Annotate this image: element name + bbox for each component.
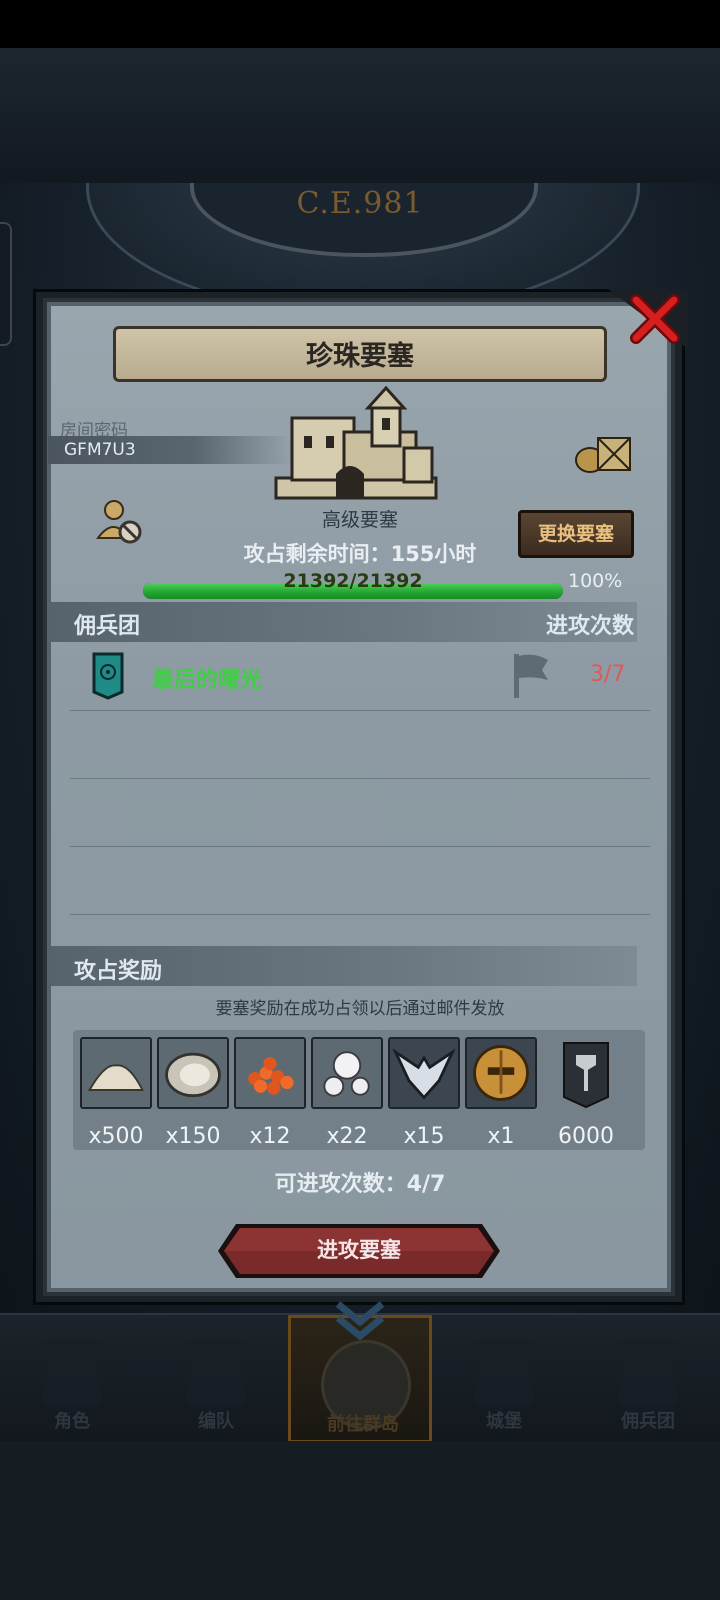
reward-qty: x22 [326, 1124, 368, 1149]
banner-axe-icon[interactable] [550, 1037, 622, 1109]
attack-times-remaining: 可进攻次数：4/7 [274, 1172, 446, 1197]
salt-pile-icon[interactable] [80, 1037, 152, 1109]
nav-label: 前往群岛 [327, 1414, 399, 1435]
occupy-timer: 攻占剩余时间：155小时 [243, 542, 477, 566]
knight-icon [42, 1339, 102, 1405]
reward-qty: x12 [249, 1124, 291, 1149]
nav-item-mercenary[interactable]: 佣兵团 [576, 1315, 720, 1443]
nav-label: 编队 [198, 1411, 234, 1432]
nav-label: 佣兵团 [621, 1411, 675, 1432]
reward-qty: x1 [487, 1124, 515, 1149]
top-band [0, 48, 720, 183]
nav-item-character[interactable]: 角色 [0, 1315, 144, 1443]
row-divider [70, 710, 650, 711]
nav-label: 城堡 [486, 1411, 522, 1432]
fortress-level: 高级要塞 [321, 509, 398, 531]
reward-qty: x15 [403, 1124, 445, 1149]
attack-count-header: 进攻次数 [545, 614, 634, 639]
hidden-user-icon[interactable] [96, 498, 142, 544]
winged-emblem-icon[interactable] [388, 1037, 460, 1109]
bottom-band [0, 1441, 720, 1600]
close-icon[interactable] [628, 292, 682, 346]
reward-note: 要塞奖励在成功占领以后通过邮件发放 [215, 999, 505, 1019]
gold-helmet-icon[interactable] [465, 1037, 537, 1109]
mercenary-icon [618, 1339, 678, 1405]
modal-title: 珍珠要塞 [306, 341, 414, 372]
side-tab[interactable] [0, 222, 12, 346]
reward-qty: x500 [88, 1124, 144, 1149]
chevron-down-icon [335, 1301, 385, 1340]
nav-label: 角色 [54, 1411, 90, 1432]
attack-fortress-label: 进攻要塞 [317, 1238, 401, 1262]
flag-icon [514, 654, 548, 698]
pearls-icon[interactable] [311, 1037, 383, 1109]
room-code-value[interactable]: GFM7U3 [64, 440, 136, 460]
status-bar [0, 0, 720, 48]
guild-attack-count: 3/7 [590, 662, 626, 687]
guild-name[interactable]: 最后的曙光 [152, 662, 262, 694]
castle-icon [274, 386, 438, 500]
nav-item-formation[interactable]: 编队 [144, 1315, 288, 1443]
guild-emblem-icon [92, 652, 124, 700]
helmet-icon [186, 1339, 246, 1405]
row-divider [70, 778, 650, 779]
nav-item-castle[interactable]: 城堡 [432, 1315, 576, 1443]
row-divider [70, 846, 650, 847]
mercenary-header: 佣兵团 [74, 614, 141, 639]
fish-roe-icon[interactable] [234, 1037, 306, 1109]
rewards-header: 攻占奖励 [74, 959, 163, 984]
hp-percent: 100% [568, 570, 623, 592]
hp-value: 21392/21392 [283, 570, 423, 592]
loot-crate-icon[interactable] [574, 430, 634, 474]
oyster-icon[interactable] [157, 1037, 229, 1109]
reward-qty: x150 [165, 1124, 221, 1149]
row-divider [70, 914, 650, 915]
castle-nav-icon [474, 1339, 534, 1405]
reward-qty: 6000 [558, 1124, 614, 1149]
era-label: C.E.981 [296, 186, 424, 221]
